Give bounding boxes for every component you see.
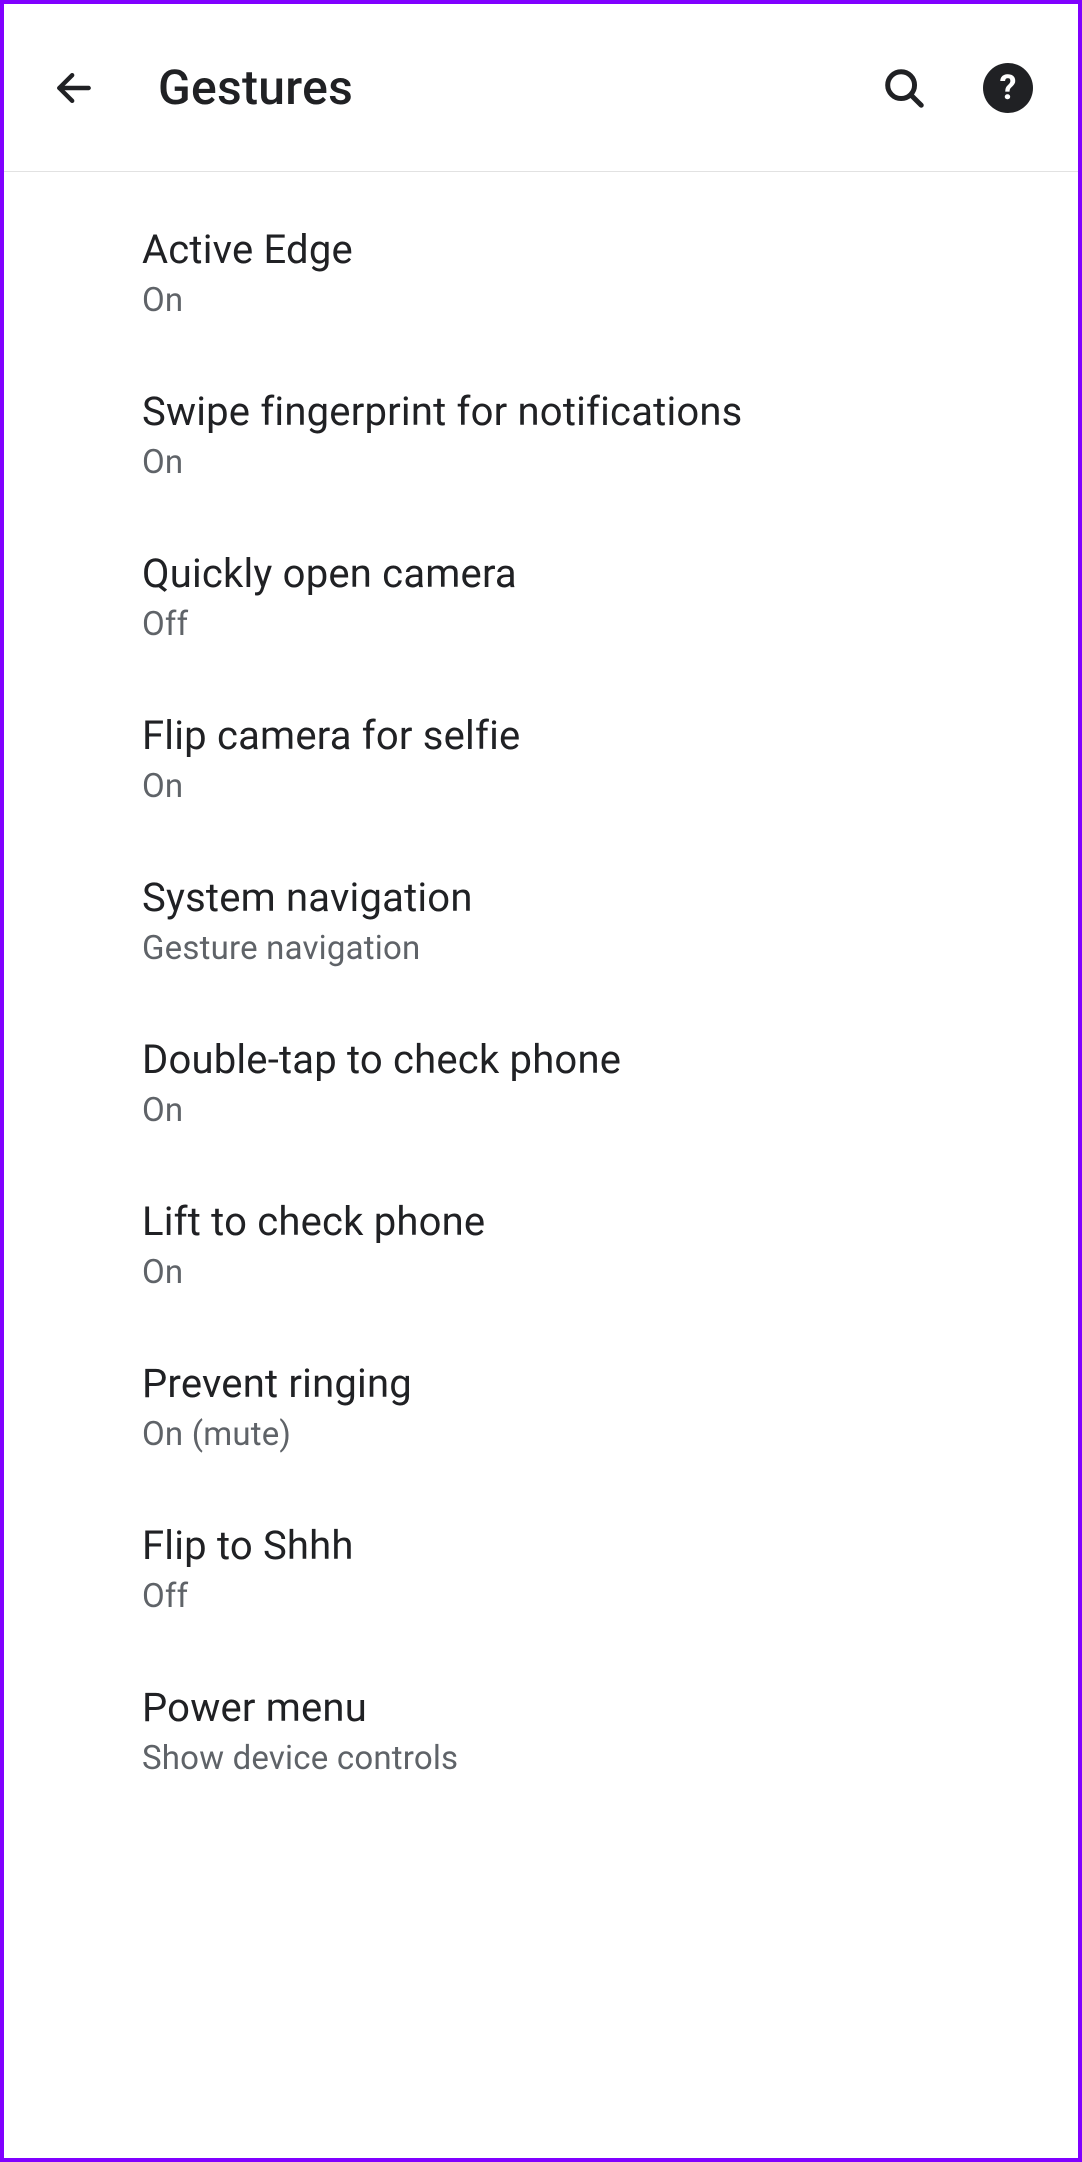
setting-power-menu[interactable]: Power menu Show device controls	[4, 1650, 1078, 1812]
arrow-left-icon	[52, 66, 96, 110]
setting-active-edge[interactable]: Active Edge On	[4, 192, 1078, 354]
setting-double-tap-check-phone[interactable]: Double-tap to check phone On	[4, 1002, 1078, 1164]
setting-lift-check-phone[interactable]: Lift to check phone On	[4, 1164, 1078, 1326]
back-button[interactable]	[46, 60, 102, 116]
setting-title: Flip camera for selfie	[142, 712, 1078, 759]
header-actions: ?	[876, 60, 1036, 116]
setting-sub: Gesture navigation	[142, 929, 1078, 968]
setting-sub: Off	[142, 605, 1078, 644]
setting-quickly-open-camera[interactable]: Quickly open camera Off	[4, 516, 1078, 678]
setting-title: Double-tap to check phone	[142, 1036, 1078, 1083]
setting-sub: On	[142, 1253, 1078, 1292]
setting-title: Prevent ringing	[142, 1360, 1078, 1407]
setting-sub: On	[142, 1091, 1078, 1130]
help-icon: ?	[983, 63, 1033, 113]
setting-sub: On	[142, 443, 1078, 482]
setting-flip-to-shhh[interactable]: Flip to Shhh Off	[4, 1488, 1078, 1650]
setting-title: Lift to check phone	[142, 1198, 1078, 1245]
search-button[interactable]	[876, 60, 932, 116]
setting-system-navigation[interactable]: System navigation Gesture navigation	[4, 840, 1078, 1002]
setting-prevent-ringing[interactable]: Prevent ringing On (mute)	[4, 1326, 1078, 1488]
setting-sub: Off	[142, 1577, 1078, 1616]
setting-swipe-fingerprint-notifications[interactable]: Swipe fingerprint for notifications On	[4, 354, 1078, 516]
setting-sub: On	[142, 281, 1078, 320]
setting-flip-camera-selfie[interactable]: Flip camera for selfie On	[4, 678, 1078, 840]
setting-title: Swipe fingerprint for notifications	[142, 388, 1078, 435]
help-button[interactable]: ?	[980, 60, 1036, 116]
setting-title: Power menu	[142, 1684, 1078, 1731]
setting-sub: Show device controls	[142, 1739, 1078, 1778]
setting-sub: On	[142, 767, 1078, 806]
page-title: Gestures	[158, 59, 876, 116]
app-header: Gestures ?	[4, 4, 1078, 172]
search-icon	[881, 65, 927, 111]
setting-title: Quickly open camera	[142, 550, 1078, 597]
setting-title: Active Edge	[142, 226, 1078, 273]
setting-title: System navigation	[142, 874, 1078, 921]
setting-sub: On (mute)	[142, 1415, 1078, 1454]
settings-list: Active Edge On Swipe fingerprint for not…	[4, 172, 1078, 1812]
setting-title: Flip to Shhh	[142, 1522, 1078, 1569]
